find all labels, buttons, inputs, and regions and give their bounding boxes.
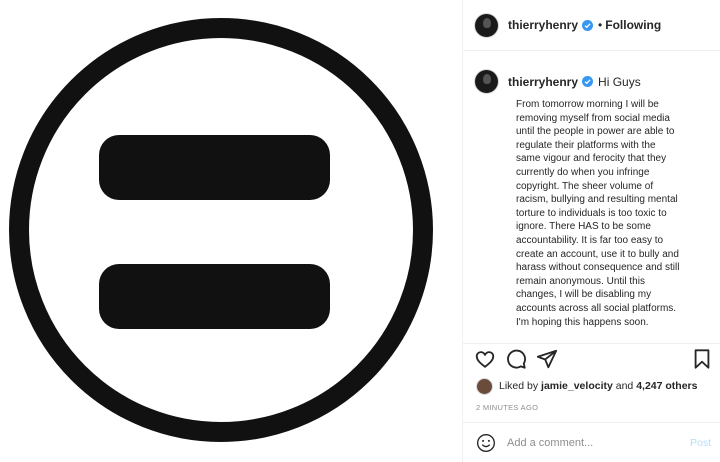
header-separator: • [598,18,603,32]
verified-badge-icon [582,76,594,87]
author-username[interactable]: thierryhenry [508,18,578,32]
caption-line: accounts across all social platforms. [516,302,677,314]
equality-symbol-image [9,18,433,442]
post-image[interactable] [0,0,462,462]
caption-line: harass without consequence and still [516,262,680,274]
like-button[interactable] [474,348,496,370]
save-button[interactable] [691,348,713,370]
likes-prefix: Liked by [499,380,539,392]
comment-input[interactable] [507,436,677,449]
bookmark-icon [694,349,710,369]
liker-avatar[interactable] [476,377,493,395]
caption-line: until the people in power are able to [516,126,675,138]
caption-author-avatar[interactable] [474,69,499,94]
post-header: thierryhenry • Following [463,0,720,51]
likes-and: and [615,380,634,392]
post-timestamp[interactable]: 2 MINUTES AGO [476,403,538,412]
post-comment-button[interactable]: Post [690,437,711,449]
smiley-icon[interactable] [476,433,496,453]
comment-composer: Post [463,422,720,462]
likes-others-link[interactable]: 4,247 others [636,380,697,392]
paper-plane-icon [536,349,558,369]
caption-line: I'm hoping this happens soon. [516,316,649,328]
caption-area: thierryhenry Hi Guys From tomorrow morni… [463,52,720,343]
actions-divider [463,343,720,344]
caption-line: same vigour and ferocity that they [516,153,667,165]
caption-line: create an account, use it to bully and [516,248,679,260]
author-avatar[interactable] [474,12,499,38]
comment-button[interactable] [505,348,527,370]
following-button[interactable]: Following [605,18,661,32]
caption-header: thierryhenry Hi Guys [474,69,713,94]
caption-line: From tomorrow morning I will be [516,99,659,110]
caption-greeting: Hi Guys [598,74,641,89]
caption-line: copyright. The sheer volume of [516,180,654,192]
caption-line: changes, I will be disabling my [516,289,652,301]
caption-text: From tomorrow morning I will be removing… [516,98,716,329]
caption-author-username[interactable]: thierryhenry [508,75,578,89]
post-sidebar: thierryhenry • Following thierryhenry Hi… [462,0,720,462]
caption-line: currently do when you infringe [516,166,650,178]
liker-username[interactable]: jamie_velocity [541,380,613,392]
caption-line: ignore. There HAS to be some [516,221,651,233]
caption-line: remain anonymous. Until this [516,275,645,287]
comment-bubble-icon [507,349,526,369]
caption-line: removing myself from social media [516,112,670,124]
caption-line: racism, bullying and resulting mental [516,194,678,206]
caption-line: regulate their platforms with the [516,139,656,151]
heart-icon [475,351,495,368]
caption-line: torture to individuals is too toxic to [516,207,667,219]
action-bar [463,348,720,374]
verified-badge-icon [582,19,594,31]
share-button[interactable] [536,348,558,370]
likes-summary: Liked by jamie_velocity and 4,247 others [476,376,698,396]
caption-line: accountability. It is far too easy to [516,234,664,246]
